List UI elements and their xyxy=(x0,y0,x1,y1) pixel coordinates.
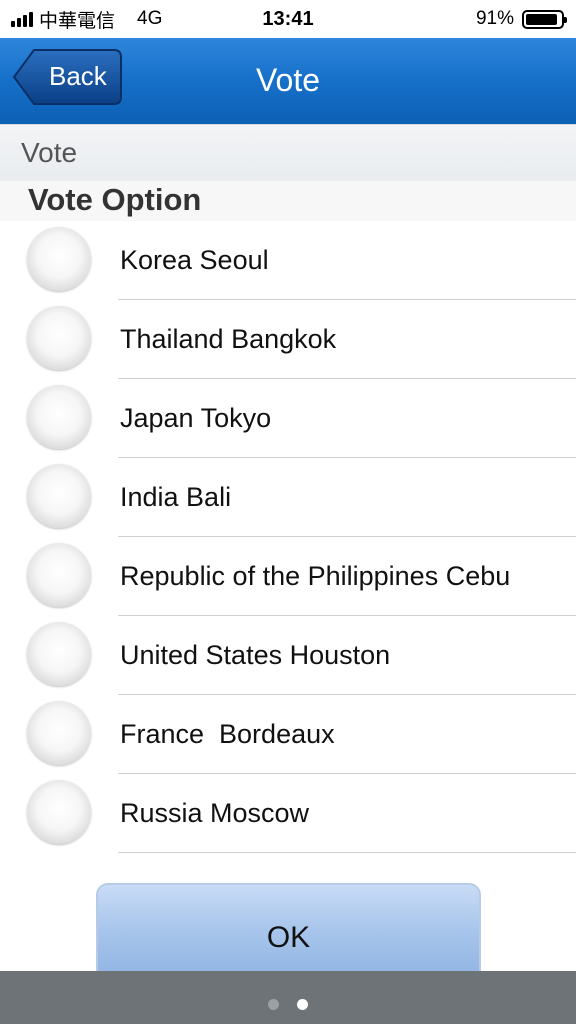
status-bar: 中華電信 4G 13:41 91% xyxy=(0,0,576,38)
page-title: Vote xyxy=(255,62,321,98)
group-title: Vote Option xyxy=(28,182,202,217)
section-header: Vote xyxy=(0,124,576,181)
option-label: Thailand Bangkok xyxy=(120,324,337,354)
vote-options-list: Korea Seoul Thailand Bangkok Japan Tokyo… xyxy=(0,221,576,853)
battery-icon xyxy=(522,9,567,29)
page-indicator-bar xyxy=(0,971,576,1024)
radio-button[interactable] xyxy=(27,306,91,370)
radio-button[interactable] xyxy=(27,543,91,607)
option-label: Japan Tokyo xyxy=(120,403,272,433)
option-label: France Bordeaux xyxy=(120,719,335,749)
option-label: United States Houston xyxy=(120,640,391,670)
option-label: India Bali xyxy=(120,482,232,512)
radio-button[interactable] xyxy=(27,227,91,291)
ok-label: OK xyxy=(266,921,311,954)
vote-option[interactable]: Republic of the Philippines Cebu xyxy=(0,537,576,616)
vote-option[interactable]: Korea Seoul xyxy=(0,221,576,300)
battery-percentage: 91% xyxy=(475,8,514,29)
ok-button[interactable]: OK xyxy=(96,883,481,983)
option-label: Republic of the Philippines Cebu xyxy=(120,561,511,591)
option-label: Russia Moscow xyxy=(120,798,310,828)
radio-button[interactable] xyxy=(27,780,91,844)
group-header: Vote Option xyxy=(0,181,576,221)
vote-option[interactable]: Japan Tokyo xyxy=(0,379,576,458)
vote-option[interactable]: Russia Moscow xyxy=(0,774,576,853)
radio-button[interactable] xyxy=(27,385,91,449)
page-dot-1[interactable] xyxy=(268,999,279,1010)
vote-option[interactable]: France Bordeaux xyxy=(0,695,576,774)
section-title: Vote xyxy=(21,137,78,168)
option-label: Korea Seoul xyxy=(120,245,269,275)
radio-button[interactable] xyxy=(27,701,91,765)
vote-option[interactable]: United States Houston xyxy=(0,616,576,695)
vote-option[interactable]: India Bali xyxy=(0,458,576,537)
navigation-bar: Back Vote xyxy=(0,38,576,124)
page-dot-2-active[interactable] xyxy=(297,999,308,1010)
radio-button[interactable] xyxy=(27,622,91,686)
radio-button[interactable] xyxy=(27,464,91,528)
vote-option[interactable]: Thailand Bangkok xyxy=(0,300,576,379)
divider xyxy=(118,852,576,853)
